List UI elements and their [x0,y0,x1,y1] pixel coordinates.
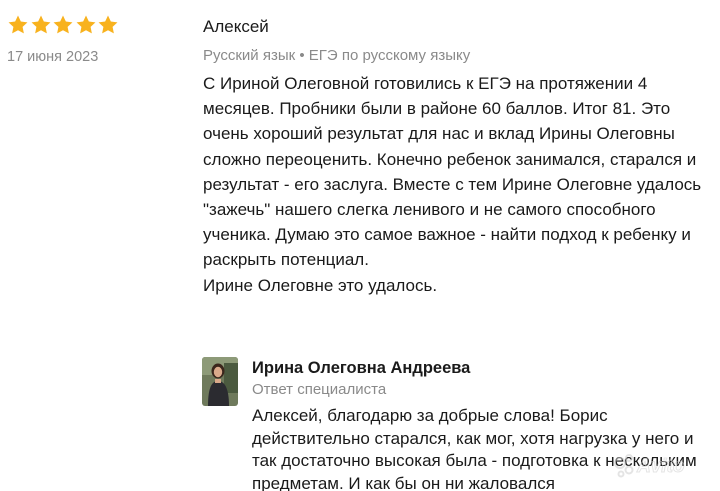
avito-logo-icon [614,454,634,478]
star-icon [31,15,50,34]
avito-watermark: Avito [614,454,685,478]
avatar-photo-icon [202,357,238,406]
specialist-name[interactable]: Ирина Олеговна Андреева [252,359,470,378]
star-icon [98,15,118,34]
specialist-role: Ответ специалиста [252,381,387,398]
review-author: Алексей [203,17,269,36]
star-icon [8,15,28,34]
review-card: 17 июня 2023 Алексей Русский язык • ЕГЭ … [0,0,720,491]
review-date: 17 июня 2023 [7,49,99,65]
specialist-avatar[interactable] [202,357,238,406]
review-paragraph: Ирине Олеговне это удалось. [203,275,438,295]
star-icon [76,15,95,34]
rating-stars [7,14,120,36]
watermark-text: Avito [636,456,685,477]
review-subject: Русский язык • ЕГЭ по русскому языку [203,47,471,64]
review-paragraph: С Ириной Олеговной готовились к ЕГЭ на п… [203,74,702,270]
star-icon [53,15,73,34]
review-text: С Ириной Олеговной готовились к ЕГЭ на п… [203,71,708,298]
